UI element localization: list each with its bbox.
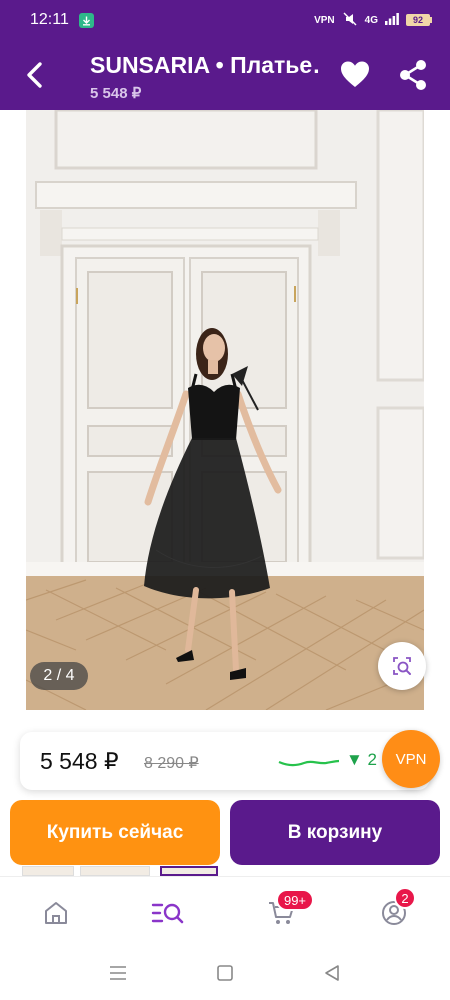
heart-icon bbox=[341, 61, 369, 87]
vpn-status-icon: VPN bbox=[314, 14, 335, 26]
buy-now-button[interactable]: Купить сейчас bbox=[10, 800, 220, 865]
vpn-floating-button[interactable]: VPN bbox=[382, 730, 440, 788]
share-icon bbox=[400, 60, 426, 90]
triangle-back-icon bbox=[325, 965, 339, 981]
visual-search-icon bbox=[393, 657, 411, 675]
square-home-icon bbox=[217, 965, 233, 981]
system-navigation-bar bbox=[0, 946, 450, 1000]
thumbnail[interactable] bbox=[80, 866, 150, 876]
share-button[interactable] bbox=[396, 58, 432, 92]
catalog-search-icon bbox=[151, 903, 184, 924]
favorite-button[interactable] bbox=[338, 58, 374, 92]
thumbnail-selected[interactable] bbox=[160, 866, 218, 876]
header-price: 5 548 ₽ bbox=[90, 85, 142, 102]
signal-icon bbox=[385, 12, 399, 28]
current-price: 5 548 ₽ bbox=[40, 748, 119, 774]
cart-count-badge: 99+ bbox=[276, 889, 314, 911]
price-drop-label: ▼ 2 bbox=[346, 750, 378, 769]
gallery-page-counter: 2 / 4 bbox=[30, 662, 88, 690]
product-title: SUNSARIA • Платье… bbox=[90, 52, 320, 78]
home-icon bbox=[45, 902, 67, 924]
system-back-button[interactable] bbox=[321, 962, 343, 984]
price-history-sparkline bbox=[278, 759, 340, 767]
product-photo[interactable] bbox=[26, 110, 424, 710]
screen: 12:11 VPN 4G 92 SUNSARIA • Платье… 5 548… bbox=[0, 0, 450, 1000]
system-home-button[interactable] bbox=[214, 962, 236, 984]
old-price: 8 290 ₽ bbox=[144, 755, 199, 772]
network-label: 4G bbox=[364, 14, 378, 26]
download-icon bbox=[78, 12, 94, 28]
battery-level: 92 bbox=[406, 14, 430, 26]
thumbnail[interactable] bbox=[22, 866, 74, 876]
bottom-navigation: 99+ 2 bbox=[0, 876, 450, 946]
app-header: SUNSARIA • Платье… 5 548 ₽ bbox=[0, 40, 450, 110]
visual-search-button[interactable] bbox=[378, 642, 426, 690]
nav-home[interactable] bbox=[38, 895, 74, 931]
status-bar: 12:11 VPN 4G 92 bbox=[0, 0, 450, 40]
back-arrow-icon bbox=[27, 62, 42, 88]
status-icons: VPN 4G 92 bbox=[314, 12, 432, 29]
status-time: 12:11 bbox=[30, 11, 69, 28]
profile-notification-badge: 2 bbox=[394, 887, 416, 909]
dress-photo-image bbox=[26, 110, 424, 710]
system-menu-button[interactable] bbox=[107, 962, 129, 984]
battery-icon: 92 bbox=[406, 14, 432, 26]
price-card[interactable]: 5 548 ₽ 8 290 ₽ ▼ 2 bbox=[20, 732, 430, 790]
nav-catalog[interactable] bbox=[150, 895, 186, 931]
mute-icon bbox=[342, 12, 358, 29]
add-to-cart-button[interactable]: В корзину bbox=[230, 800, 440, 865]
menu-icon bbox=[110, 966, 126, 980]
back-button[interactable] bbox=[18, 58, 52, 92]
